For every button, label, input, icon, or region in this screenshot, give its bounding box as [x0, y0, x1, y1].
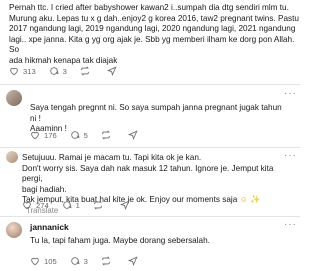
repost-button[interactable]	[101, 130, 115, 140]
post-4-actions: 105 3	[30, 256, 155, 266]
comment-count: 1	[75, 200, 80, 210]
like-count: 274	[36, 200, 49, 210]
post-1: Pernah ttc. I cried after babyshower kaw…	[0, 0, 300, 65]
like-button[interactable]: 176	[30, 130, 57, 140]
like-count: 105	[44, 256, 57, 266]
send-icon	[127, 130, 138, 140]
comment-count: 5	[83, 130, 88, 140]
repost-icon	[93, 200, 102, 210]
repost-icon	[101, 256, 110, 266]
post-1-actions: 313 3	[9, 66, 134, 76]
like-button[interactable]: 313	[9, 66, 36, 76]
heart-icon	[31, 257, 39, 266]
avatar[interactable]	[6, 151, 18, 163]
comment-count: 3	[62, 66, 67, 76]
more-options-icon[interactable]: ···	[284, 219, 297, 230]
comment-icon	[70, 257, 80, 265]
avatar[interactable]	[6, 222, 22, 238]
username[interactable]: jannanick	[30, 222, 69, 232]
comment-count: 3	[83, 256, 88, 266]
like-count: 313	[23, 66, 36, 76]
comment-icon	[49, 67, 59, 75]
post-3-actions: 274 1	[22, 200, 147, 210]
repost-button[interactable]	[80, 66, 94, 76]
comment-icon	[62, 201, 72, 209]
share-button[interactable]	[119, 200, 134, 210]
avatar[interactable]	[6, 90, 22, 106]
post-2-actions: 176 5	[30, 130, 155, 140]
heart-icon	[31, 131, 39, 140]
divider	[0, 84, 300, 85]
comment-button[interactable]: 3	[49, 66, 67, 76]
share-button[interactable]	[127, 256, 142, 266]
send-icon	[106, 66, 117, 76]
comment-button[interactable]: 5	[70, 130, 88, 140]
share-button[interactable]	[106, 66, 121, 76]
post-4-text: Tu la, tapi faham juga. Maybe dorang seb…	[30, 236, 210, 245]
heart-icon	[10, 67, 18, 76]
more-options-icon[interactable]: ···	[284, 88, 297, 99]
repost-button[interactable]	[101, 256, 115, 266]
comment-icon	[70, 131, 80, 139]
send-icon	[119, 200, 130, 210]
heart-icon	[23, 201, 31, 210]
repost-button[interactable]	[93, 200, 107, 210]
divider	[0, 216, 300, 217]
like-button[interactable]: 105	[30, 256, 57, 266]
send-icon	[127, 256, 138, 266]
repost-icon	[80, 66, 89, 76]
share-button[interactable]	[127, 130, 142, 140]
like-count: 176	[44, 130, 57, 140]
repost-icon	[101, 130, 110, 140]
post-1-text: Pernah ttc. I cried after babyshower kaw…	[9, 3, 299, 65]
like-button[interactable]: 274	[22, 200, 49, 210]
comment-button[interactable]: 1	[62, 200, 80, 210]
smile-sparkle-emoji: ☺ ✨	[239, 195, 261, 204]
divider	[0, 147, 300, 148]
comment-button[interactable]: 3	[70, 256, 88, 266]
